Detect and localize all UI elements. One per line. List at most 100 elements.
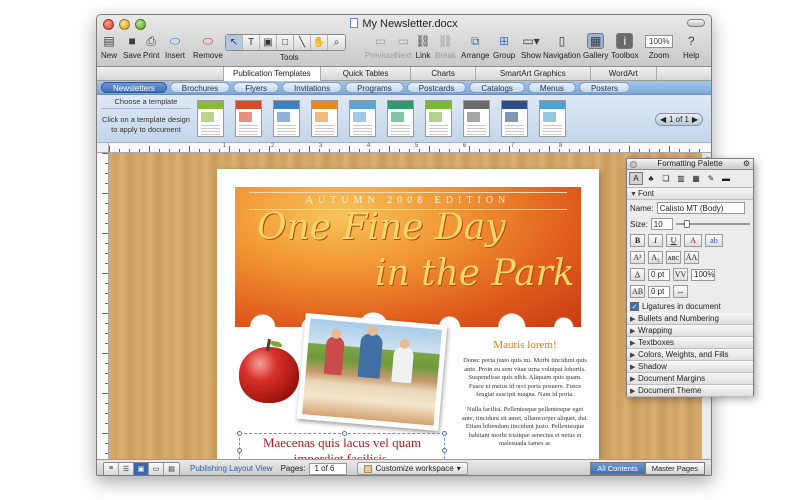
superscript-button[interactable]: A² (630, 251, 645, 264)
print-button[interactable]: ⎙ Print (143, 33, 159, 61)
new-button[interactable]: ▤ New (101, 33, 117, 60)
pager-prev-icon[interactable]: ◀ (660, 115, 666, 124)
subscript-button[interactable]: A₂ (648, 251, 663, 264)
horizontal-ruler[interactable]: 1 2 3 4 5 6 7 8 (109, 143, 711, 153)
template-thumbnail[interactable] (539, 100, 566, 137)
notebook-view-icon[interactable]: ▤ (164, 462, 179, 475)
all-contents-button[interactable]: All Contents (590, 462, 645, 475)
article-column[interactable]: Mauris lorem! Donec porta justo quis mi.… (461, 339, 589, 455)
palette-section-header[interactable]: ▶ Document Margins (627, 373, 753, 385)
template-thumbnail[interactable] (501, 100, 528, 137)
template-thumbnail[interactable] (349, 100, 376, 137)
font-color-button[interactable]: A (684, 234, 702, 247)
resize-handle[interactable] (237, 448, 242, 453)
family-photo[interactable] (296, 313, 448, 431)
palette-section-header[interactable]: ▶ Document Theme (627, 385, 753, 397)
palette-section-header[interactable]: ▶ Bullets and Numbering (627, 313, 753, 325)
font-size-field[interactable]: 10 (650, 218, 673, 230)
palette-title-bar[interactable]: Formatting Palette ⚙ (627, 159, 753, 170)
category-newsletters[interactable]: Newsletters (101, 82, 167, 93)
resize-handle[interactable] (442, 448, 447, 453)
zoom-control[interactable]: 100% Zoom (645, 33, 673, 60)
text-box-tool-icon[interactable]: T (243, 35, 260, 50)
compatibility-icon[interactable]: ✎ (704, 172, 718, 185)
italic-button[interactable]: I (648, 234, 663, 247)
master-pages-button[interactable]: Master Pages (644, 462, 705, 475)
gallery-pager[interactable]: ◀ 1 of 1 ▶ (655, 113, 703, 126)
scale-field[interactable]: 100% (691, 268, 715, 281)
help-button[interactable]: ? Help (683, 33, 699, 60)
underline-button[interactable]: U (666, 234, 681, 247)
palette-close-button[interactable] (630, 161, 637, 168)
resize-handle[interactable] (442, 431, 447, 436)
tab-charts[interactable]: Charts (410, 67, 475, 81)
category-menus[interactable]: Menus (527, 82, 576, 93)
scrapbook-icon[interactable]: ▥ (674, 172, 688, 185)
category-postcards[interactable]: Postcards (406, 82, 467, 93)
palette-section-header[interactable]: ▶ Colors, Weights, and Fills (627, 349, 753, 361)
slider-knob[interactable] (683, 220, 690, 228)
previous-button[interactable]: ▭ Previous (365, 33, 396, 60)
template-thumbnail[interactable] (235, 100, 262, 137)
formatting-tab-icon[interactable]: A (629, 172, 643, 185)
template-thumbnail[interactable] (463, 100, 490, 137)
resize-handle[interactable] (237, 431, 242, 436)
print-layout-view-icon[interactable]: ▭ (149, 462, 164, 475)
caption-text-box[interactable]: Maecenas quis lacus vel quam imperdiet f… (237, 431, 447, 459)
line-tool-icon[interactable]: ╲ (294, 35, 311, 50)
category-catalogs[interactable]: Catalogs (469, 82, 525, 93)
citations-icon[interactable]: ❏ (659, 172, 673, 185)
image-tool-icon[interactable]: ▣ (260, 35, 277, 50)
customize-workspace-button[interactable]: Customize workspace ▾ (357, 462, 468, 475)
font-name-field[interactable]: Calisto MT (Body) (656, 202, 745, 214)
font-size-slider[interactable] (675, 220, 750, 228)
category-invitations[interactable]: Invitations (282, 82, 343, 93)
next-button[interactable]: ▭ Next (395, 33, 411, 60)
ligatures-checkbox[interactable]: ✓ (630, 302, 639, 311)
template-thumbnail[interactable] (387, 100, 414, 137)
toolbar-toggle-button[interactable] (687, 19, 705, 27)
rectangle-tool-icon[interactable]: □ (277, 35, 294, 50)
arrange-button[interactable]: ⧉ Arrange (461, 33, 489, 61)
select-tool-icon[interactable]: ↖ (226, 35, 243, 50)
tab-wordart[interactable]: WordArt (589, 67, 657, 81)
zoom-tool-icon[interactable]: ⌕ (328, 35, 345, 50)
outline-view-icon[interactable]: ☰ (119, 462, 134, 475)
group-button[interactable]: ⊞ Group (493, 33, 515, 60)
gallery-button[interactable]: ▦ Gallery (583, 33, 608, 60)
tab-smartart-graphics[interactable]: SmartArt Graphics (474, 67, 590, 81)
project-palette-icon[interactable]: ▬ (719, 172, 733, 185)
draft-view-icon[interactable]: ≡ (104, 462, 119, 475)
pager-next-icon[interactable]: ▶ (692, 115, 698, 124)
template-thumbnail[interactable] (311, 100, 338, 137)
tab-publication-templates[interactable]: Publication Templates (223, 67, 320, 81)
template-thumbnail[interactable] (197, 100, 224, 137)
template-thumbnail[interactable] (273, 100, 300, 137)
tracking-field[interactable]: 0 pt (648, 285, 670, 298)
small-caps-button[interactable]: ᴀʙᴄ (666, 251, 681, 264)
category-posters[interactable]: Posters (578, 82, 631, 93)
insert-button[interactable]: ⬭ Insert (165, 33, 185, 61)
vertical-ruler[interactable] (97, 153, 109, 459)
palette-section-header[interactable]: ▶ Shadow (627, 361, 753, 373)
apple-image[interactable] (239, 338, 299, 403)
publishing-view-icon[interactable]: ▣ (134, 462, 149, 475)
navigation-button[interactable]: ▯ Navigation (543, 33, 581, 60)
bold-button[interactable]: B (630, 234, 645, 247)
page-count[interactable]: 1 of 6 (309, 462, 348, 475)
category-brochures[interactable]: Brochures (169, 82, 231, 93)
tab-quick-tables[interactable]: Quick Tables (319, 67, 411, 81)
object-palette-icon[interactable]: ♣ (644, 172, 658, 185)
all-caps-button[interactable]: ÅA (684, 251, 699, 264)
font-section-header[interactable]: ▼Font (627, 188, 753, 200)
template-thumbnail[interactable] (425, 100, 452, 137)
highlight-button[interactable]: ab (705, 234, 723, 247)
category-flyers[interactable]: Flyers (233, 82, 280, 93)
break-button[interactable]: ⛓ Break (435, 33, 456, 60)
hand-tool-icon[interactable]: ✋ (311, 35, 328, 50)
masthead-banner[interactable]: AUTUMN 2008 EDITION One Fine Day in the … (235, 187, 581, 327)
palette-section-header[interactable]: ▶ Wrapping (627, 325, 753, 337)
toolbox-button[interactable]: i Toolbox (611, 33, 639, 60)
baseline-field[interactable]: 0 pt (648, 268, 670, 281)
remove-button[interactable]: ⬭ Remove (193, 33, 223, 61)
